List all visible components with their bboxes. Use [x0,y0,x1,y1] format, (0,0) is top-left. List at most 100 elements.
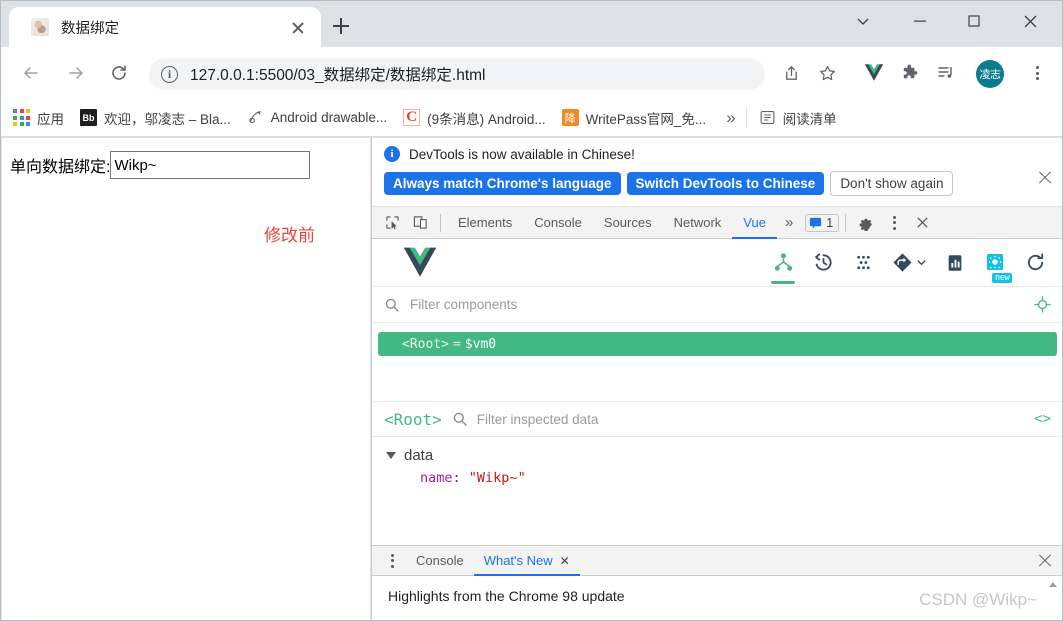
bookmarks-overflow-button[interactable]: » [726,108,735,128]
devtools-language-notice: i DevTools is now available in Chinese! … [372,138,1062,207]
data-section-header[interactable]: data [386,447,1062,464]
back-icon[interactable] [13,55,49,91]
profile-avatar[interactable]: 凌志 [976,60,1004,88]
tab-console[interactable]: Console [523,207,593,239]
tree-row-tag: <Root> [402,336,449,352]
drawer-tab-close-icon[interactable]: ✕ [560,554,570,568]
share-icon[interactable] [773,55,809,91]
filter-components-row[interactable]: Filter components [372,287,1062,323]
tree-row-ref: $vm0 [464,336,497,352]
drawer-tabbar: Console What's New ✕ [372,546,1062,576]
drawer-more-tools-icon[interactable] [378,548,406,574]
reading-list-label: 阅读清单 [782,111,837,127]
bookmark-star-icon[interactable] [809,55,845,91]
bookmarks-bar: 应用 Bb 欢迎，邬凌志 – Bla... Android drawable..… [1,99,1062,137]
window-maximize-icon[interactable] [951,1,997,41]
window-chevron-down-icon[interactable] [840,1,886,41]
tab-vue[interactable]: Vue [732,207,777,239]
caret-down-icon[interactable] [386,452,396,459]
android-drawable-icon [249,111,261,124]
extensions-puzzle-icon[interactable] [891,55,927,91]
tabbar-divider-2 [845,213,847,232]
settings-gear-icon[interactable]: new [975,240,1015,286]
message-icon [810,217,822,229]
vuex-dots-icon[interactable] [843,240,883,286]
notice-close-icon[interactable] [1037,170,1053,186]
navigation-toolbar: i 127.0.0.1:5500/03_数据绑定/数据绑定.html 凌志 [1,47,1062,99]
window-minimize-icon[interactable] [897,1,943,41]
kebab-dots [390,553,394,568]
tab-network[interactable]: Network [663,207,733,239]
dont-show-again-button[interactable]: Don't show again [830,171,954,196]
window-close-icon[interactable] [1007,1,1053,41]
open-in-editor-icon[interactable]: <> [1034,411,1051,427]
writepass-icon: 降 [561,109,579,126]
data-entry-value: "Wikp~" [468,470,526,486]
data-entry-key: name [420,470,453,486]
address-bar[interactable]: i 127.0.0.1:5500/03_数据绑定/数据绑定.html [149,58,765,90]
select-component-target-icon[interactable] [1034,296,1051,313]
devtools-close-icon[interactable] [908,210,936,236]
drawer-tab-whats-new[interactable]: What's New ✕ [474,546,580,576]
vue-devtools-toolbar: new [372,239,1062,287]
tab-elements[interactable]: Elements [447,207,523,239]
blackboard-icon: Bb [80,109,97,126]
tree-row-root[interactable]: <Root> = $vm0 [378,332,1057,356]
component-tree-icon[interactable] [763,240,803,286]
devtools-panel: i DevTools is now available in Chinese! … [371,138,1062,620]
inspect-element-icon[interactable] [378,210,406,236]
bookmark-android-drawable[interactable]: Android drawable... [247,109,387,126]
drawer-scrollbar[interactable] [1047,582,1059,620]
router-diamond-icon[interactable] [883,240,935,286]
refresh-icon[interactable] [1015,240,1055,286]
drawer-close-icon[interactable] [1037,553,1053,569]
filter-inspected-data-input[interactable]: Filter inspected data [477,412,1034,427]
page-viewport: 单向数据绑定: 修改前 [2,138,370,620]
new-tab-button[interactable] [327,12,355,40]
status-note: 修改前 [264,226,315,245]
search-icon [385,298,399,312]
filter-components-input[interactable]: Filter components [410,297,1034,312]
binding-input[interactable] [110,151,311,179]
site-info-icon[interactable]: i [161,65,178,83]
watermark-text: CSDN @Wikp~ [919,590,1037,609]
inspected-component-name: <Root> [384,409,442,429]
csdn-icon: C [403,109,421,126]
data-entry-name[interactable]: name: "Wikp~" [420,470,1062,486]
tree-row-equals: = [452,336,461,352]
device-toolbar-icon[interactable] [406,210,434,236]
tab-strip: 数据绑定 [1,1,1062,47]
kebab-dots [1035,66,1039,80]
bookmark-csdn[interactable]: C (9条消息) Android... [403,108,546,128]
timeline-history-icon[interactable] [803,240,843,286]
vue-logo-icon [403,247,437,277]
switch-devtools-language-button[interactable]: Switch DevTools to Chinese [626,172,825,195]
tab-sources[interactable]: Sources [593,207,663,239]
tab-close-icon[interactable] [285,14,311,40]
tabs-overflow-button[interactable]: » [777,214,801,231]
performance-chart-icon[interactable] [935,240,975,286]
reload-icon[interactable] [101,55,137,91]
devtools-settings-gear-icon[interactable] [852,210,880,236]
bookmark-label: Android drawable... [270,110,388,125]
message-count-badge[interactable]: 1 [805,213,840,232]
always-match-language-button[interactable]: Always match Chrome's language [384,172,621,195]
reading-list-icon [760,110,775,125]
bookmark-writepass[interactable]: 降 WritePass官网_免... [561,108,706,128]
chrome-menu-icon[interactable] [1019,55,1055,91]
forward-icon[interactable] [58,55,94,91]
devtools-more-options-icon[interactable] [880,210,908,236]
bookmark-blackboard[interactable]: Bb 欢迎，邬凌志 – Bla... [80,108,231,128]
reading-list-button[interactable]: 阅读清单 [759,108,837,128]
message-count: 1 [826,215,834,230]
bookmark-label: 应用 [37,111,64,127]
vue-extension-icon[interactable] [856,55,892,91]
component-tree: <Root> = $vm0 [372,323,1062,401]
scroll-up-arrow-icon[interactable] [1049,582,1057,587]
favicon-icon [31,18,49,36]
media-controls-icon[interactable] [928,55,964,91]
devtools-drawer: Console What's New ✕ Highlights from the… [372,545,1062,620]
drawer-tab-console[interactable]: Console [406,546,474,576]
browser-tab[interactable]: 数据绑定 [9,7,321,47]
bookmark-apps[interactable]: 应用 [13,108,64,128]
